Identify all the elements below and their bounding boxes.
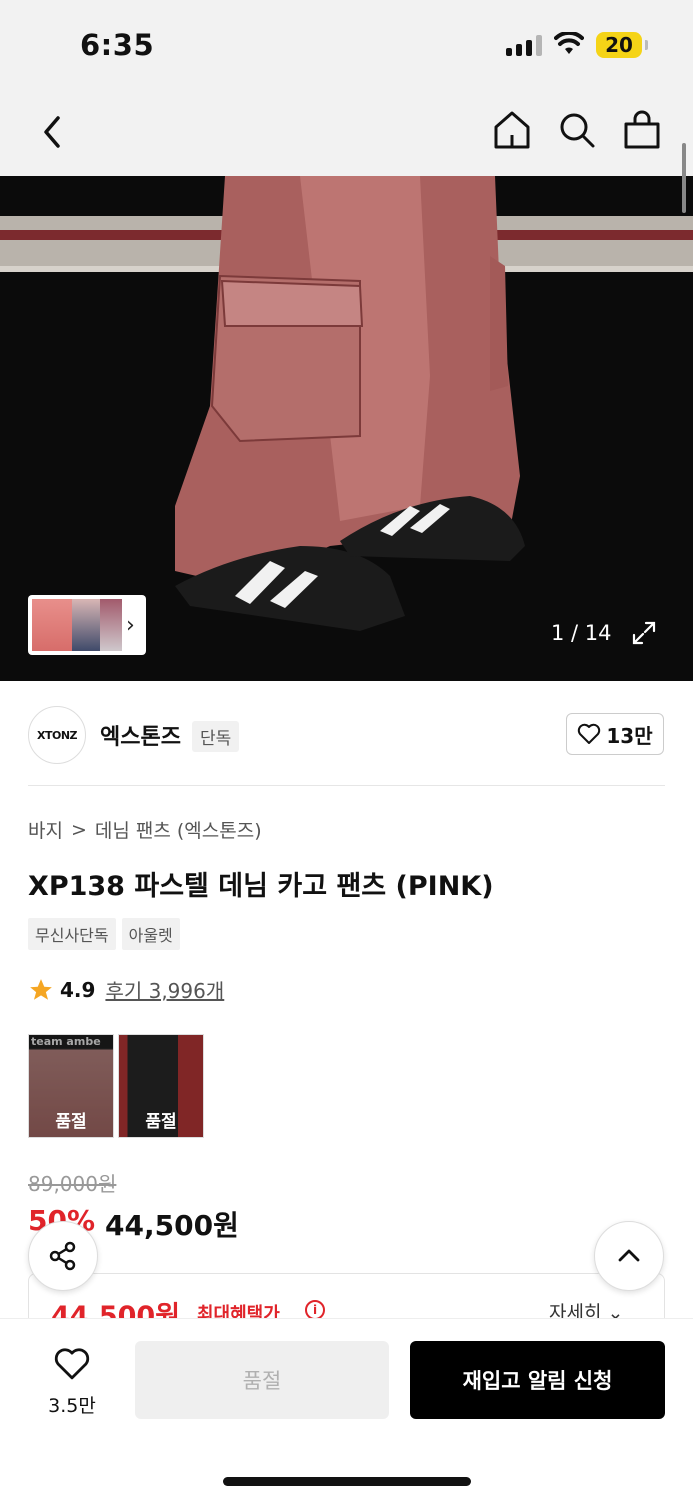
badge-outlet: 아울렛 [121, 918, 180, 950]
wishlist-count: 3.5만 [48, 1395, 96, 1417]
thumbnail-1 [32, 599, 72, 651]
shopping-bag-icon[interactable] [620, 108, 664, 152]
info-icon[interactable]: i [305, 1300, 325, 1320]
status-bar: 6:35 20 [0, 0, 693, 90]
color-option-pink[interactable]: 품절 [28, 1034, 114, 1138]
scrollbar[interactable] [682, 143, 686, 213]
color-options: 품절 품절 [28, 1034, 204, 1138]
battery-tip [645, 40, 648, 50]
brand-logo[interactable]: XTONZ [28, 706, 86, 764]
brand-name[interactable]: 엑스톤즈 [100, 719, 181, 751]
home-icon[interactable] [490, 108, 534, 152]
battery-icon: 20 [596, 32, 642, 58]
breadcrumb-subcategory[interactable]: 데님 팬츠 (엑스톤즈) [95, 816, 262, 843]
color-option-black[interactable]: 품절 [118, 1034, 204, 1138]
chevron-right-icon: › [126, 613, 135, 638]
review-link[interactable]: 후기 3,996개 [105, 975, 224, 1004]
thumbnail-2 [72, 599, 100, 651]
bottom-action-bar: 3.5만 품절 재입고 알림 신청 [0, 1318, 693, 1500]
cellular-signal-icon [506, 34, 542, 56]
rating-row: 4.9 후기 3,996개 [28, 975, 224, 1004]
expand-icon[interactable] [630, 619, 658, 647]
sold-out-button[interactable]: 품절 [135, 1341, 389, 1419]
sold-out-label: 품절 [145, 1112, 177, 1132]
product-badges: 무신사단독 아울렛 [28, 918, 180, 950]
scroll-top-button[interactable] [594, 1221, 664, 1291]
breadcrumb-separator: > [70, 818, 87, 841]
sold-out-label: 품절 [55, 1112, 87, 1132]
badge-musinsa-exclusive: 무신사단독 [28, 918, 116, 950]
heart-icon [54, 1348, 90, 1380]
breadcrumb: 바지 > 데님 팬츠 (엑스톤즈) [28, 816, 262, 843]
thumbnail-3 [100, 599, 122, 651]
chevron-up-icon [618, 1249, 640, 1262]
exclusive-badge: 단독 [192, 721, 240, 752]
product-title: XP138 파스텔 데님 카고 팬츠 (PINK) [28, 871, 494, 902]
star-icon [30, 978, 52, 1000]
thumbnail-strip-button[interactable]: › [28, 595, 146, 655]
image-counter: 1 / 14 [551, 621, 612, 645]
breadcrumb-category[interactable]: 바지 [28, 816, 63, 843]
restock-alert-button[interactable]: 재입고 알림 신청 [410, 1341, 665, 1419]
heart-icon [578, 723, 601, 744]
product-image-gallery[interactable]: › 1 / 14 [0, 176, 693, 681]
status-time: 6:35 [80, 28, 155, 62]
home-indicator [223, 1477, 471, 1486]
share-button[interactable] [28, 1221, 98, 1291]
share-icon [49, 1241, 76, 1271]
wishlist-button[interactable]: 3.5만 [40, 1347, 104, 1418]
brand-like-count: 13만 [606, 723, 653, 748]
rating-score: 4.9 [60, 977, 96, 1002]
top-nav [0, 90, 693, 176]
original-price: 89,000원 [28, 1172, 117, 1196]
sale-price: 44,500원 [105, 1209, 239, 1242]
search-icon[interactable] [555, 108, 599, 152]
chevron-left-icon[interactable] [34, 110, 74, 154]
wifi-icon [554, 32, 584, 54]
brand-like-button[interactable]: 13만 [566, 713, 664, 755]
divider [28, 785, 665, 786]
